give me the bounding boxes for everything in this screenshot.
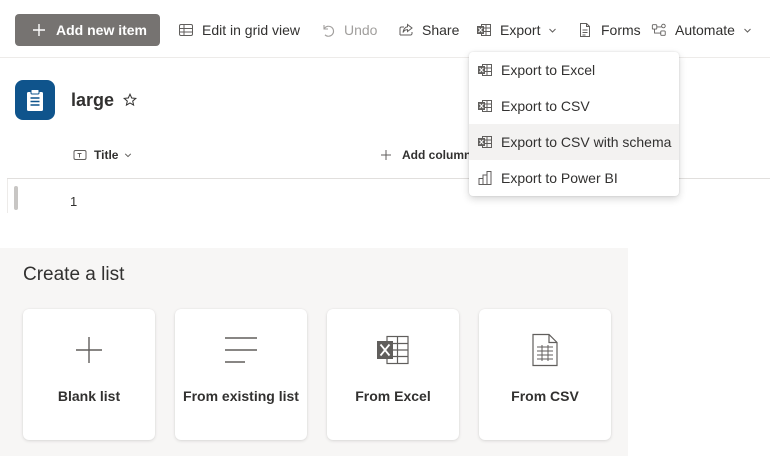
export-button[interactable]: Export xyxy=(476,15,557,45)
card-label: From Excel xyxy=(355,388,431,404)
menu-item-export-to-power-bi[interactable]: Export to Power BI xyxy=(469,160,679,196)
export-label: Export xyxy=(500,22,541,38)
menu-item-export-to-csv-with-schema[interactable]: Export to CSV with schema xyxy=(469,124,679,160)
forms-icon xyxy=(577,22,593,38)
favorite-star-icon[interactable] xyxy=(122,92,138,107)
share-button[interactable]: Share xyxy=(398,15,459,45)
excel-icon xyxy=(477,134,493,150)
menu-item-label: Export to CSV with schema xyxy=(501,134,672,150)
edit-grid-view-button[interactable]: Edit in grid view xyxy=(178,15,300,45)
row-selection-handle[interactable] xyxy=(14,186,18,210)
card-label: Blank list xyxy=(57,388,121,404)
share-icon xyxy=(398,22,414,38)
list-title: large xyxy=(71,90,115,110)
chevron-down-icon xyxy=(548,26,557,35)
row-divider xyxy=(7,179,8,213)
list-app-icon xyxy=(15,80,55,120)
excel-icon xyxy=(477,98,493,114)
edit-grid-view-label: Edit in grid view xyxy=(202,22,301,38)
menu-item-export-to-excel[interactable]: Export to Excel xyxy=(469,52,679,88)
column-header-title[interactable]: Title xyxy=(73,148,132,162)
menu-item-export-to-csv[interactable]: Export to CSV xyxy=(469,88,679,124)
add-column-button[interactable]: Add column xyxy=(380,148,471,162)
export-dropdown-menu: Export to Excel Export to CSV Export to … xyxy=(469,52,679,196)
undo-button[interactable]: Undo xyxy=(320,15,377,45)
menu-item-label: Export to Excel xyxy=(501,62,596,78)
menu-item-label: Export to Power BI xyxy=(501,170,618,186)
plus-icon xyxy=(31,22,47,38)
chevron-down-icon xyxy=(124,151,132,159)
powerbi-icon xyxy=(477,170,493,186)
undo-label: Undo xyxy=(344,22,378,38)
lines-icon xyxy=(224,333,258,367)
automate-icon xyxy=(651,22,667,38)
automate-button[interactable]: Automate xyxy=(651,15,752,45)
forms-button[interactable]: Forms xyxy=(577,15,641,45)
add-new-item-button[interactable]: Add new item xyxy=(15,14,160,46)
clipboard-icon xyxy=(27,89,43,111)
column-title-label: Title xyxy=(94,148,119,162)
from-existing-list-card[interactable]: From existing list xyxy=(175,309,307,440)
excel-icon xyxy=(476,22,492,38)
blank-list-card[interactable]: Blank list xyxy=(23,309,155,440)
add-column-label: Add column xyxy=(402,148,472,162)
from-excel-card[interactable]: From Excel xyxy=(327,309,459,440)
chevron-down-icon xyxy=(743,26,752,35)
table-row-title-cell[interactable]: 1 xyxy=(70,194,77,209)
undo-icon xyxy=(320,22,336,38)
card-label: From CSV xyxy=(511,388,579,404)
add-new-item-label: Add new item xyxy=(56,22,148,38)
plus-icon xyxy=(380,149,392,161)
automate-label: Automate xyxy=(675,22,735,38)
excel-icon xyxy=(477,62,493,78)
share-label: Share xyxy=(422,22,460,38)
text-field-icon xyxy=(73,148,87,162)
card-label: From existing list xyxy=(183,388,299,404)
csv-file-icon xyxy=(528,333,562,367)
create-list-heading: Create a list xyxy=(23,264,125,285)
menu-item-label: Export to CSV xyxy=(501,98,590,114)
grid-icon xyxy=(178,22,194,38)
command-bar: Add new item Edit in grid view Undo Shar… xyxy=(0,0,770,58)
excel-icon xyxy=(376,333,410,367)
plus-icon xyxy=(72,333,106,367)
forms-label: Forms xyxy=(601,22,641,38)
from-csv-card[interactable]: From CSV xyxy=(479,309,611,440)
